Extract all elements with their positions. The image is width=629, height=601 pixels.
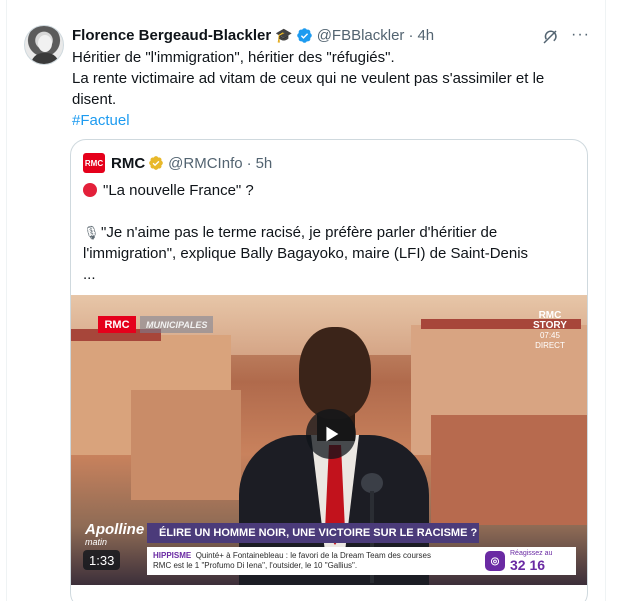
- quoted-tweet-card[interactable]: RMC RMC @RMCInfo · 5h "La nouvelle Franc…: [70, 139, 588, 601]
- tweet-header: Florence Bergeaud-Blackler 🎓 @FBBlackler…: [72, 25, 434, 45]
- tweet-timestamp[interactable]: 4h: [417, 27, 434, 44]
- building-right-lower: [431, 415, 587, 525]
- separator-dot: ·: [408, 26, 414, 44]
- quoted-author-name[interactable]: RMC: [111, 155, 145, 172]
- quoted-separator-dot: ·: [246, 154, 252, 172]
- quoted-tweet-text: "La nouvelle France" ? 🎙"Je n'aime pas l…: [83, 180, 578, 285]
- more-options-icon[interactable]: ···: [571, 26, 590, 44]
- show-logo: Apolline matin: [85, 522, 144, 549]
- rmc-avatar[interactable]: RMC: [83, 153, 105, 173]
- story-clock: 07:45: [539, 331, 560, 340]
- video-duration: 1:33: [83, 550, 121, 570]
- tweet-text: Héritier de "l'immigration", héritier de…: [72, 47, 577, 131]
- quoted-timestamp[interactable]: 5h: [256, 155, 273, 172]
- speaker-head: [299, 327, 371, 419]
- ticker-line-1: Quinté+ à Fontainebleau : le favori de l…: [195, 551, 432, 560]
- story-line-2: STORY: [533, 320, 567, 331]
- grok-icon[interactable]: [541, 28, 559, 46]
- show-badge: MUNICIPALES: [140, 316, 214, 333]
- story-live: DIRECT: [535, 341, 565, 350]
- play-icon: [326, 426, 339, 442]
- sms-label: Réagissez au: [510, 550, 553, 557]
- play-button[interactable]: [306, 409, 356, 459]
- building-left-lower: [131, 390, 241, 500]
- sms-number-box: ◎ Réagissez au 32 16: [481, 547, 576, 575]
- gold-verified-badge-icon: [149, 156, 164, 170]
- rmc-story-logo: RMC STORY 07:45 DIRECT: [533, 311, 567, 351]
- quoted-tweet-header: RMC RMC @RMCInfo · 5h: [83, 153, 272, 173]
- quoted-line-1: "La nouvelle France" ?: [103, 182, 254, 199]
- tweet-line-3: disent.: [72, 91, 117, 108]
- rmc-channel-badge: RMC: [98, 316, 136, 333]
- hashtag-link[interactable]: #Factuel: [72, 112, 130, 129]
- avatar-face: [38, 35, 52, 52]
- ticker-label: HIPPISME: [153, 551, 192, 560]
- quoted-line-2: "Je n'aime pas le terme racisé, je préfè…: [101, 224, 498, 241]
- quoted-author-handle[interactable]: @RMCInfo: [168, 155, 242, 172]
- author-handle[interactable]: @FBBlackler: [317, 27, 405, 44]
- author-avatar[interactable]: [24, 25, 64, 65]
- news-ticker: HIPPISME Quinté+ à Fontainebleau : le fa…: [147, 547, 487, 575]
- verified-badge-icon: [296, 27, 312, 43]
- sms-icon: ◎: [485, 551, 505, 571]
- quoted-line-3: l'immigration", explique Bally Bagayoko,…: [83, 245, 529, 262]
- tweet-line-2: La rente victimaire ad vitam de ceux qui…: [72, 70, 545, 87]
- red-circle-emoji-icon: [83, 183, 97, 197]
- sms-number: 32 16: [510, 557, 546, 573]
- graduation-cap-emoji: 🎓: [275, 26, 293, 43]
- quoted-line-4: ...: [83, 266, 96, 283]
- headline-banner: ÉLIRE UN HOMME NOIR, UNE VICTOIRE SUR LE…: [147, 523, 479, 543]
- ticker-line-2: RMC est le 1 "Profumo Di Iena", l'outsid…: [153, 561, 358, 570]
- microphone-emoji-icon: 🎙: [83, 225, 100, 240]
- avatar-body: [31, 53, 59, 64]
- tweet-line-1: Héritier de "l'immigration", héritier de…: [72, 49, 395, 66]
- author-name[interactable]: Florence Bergeaud-Blackler: [72, 27, 271, 44]
- video-player[interactable]: RMC MUNICIPALES RMC STORY 07:45 DIRECT A…: [71, 295, 587, 585]
